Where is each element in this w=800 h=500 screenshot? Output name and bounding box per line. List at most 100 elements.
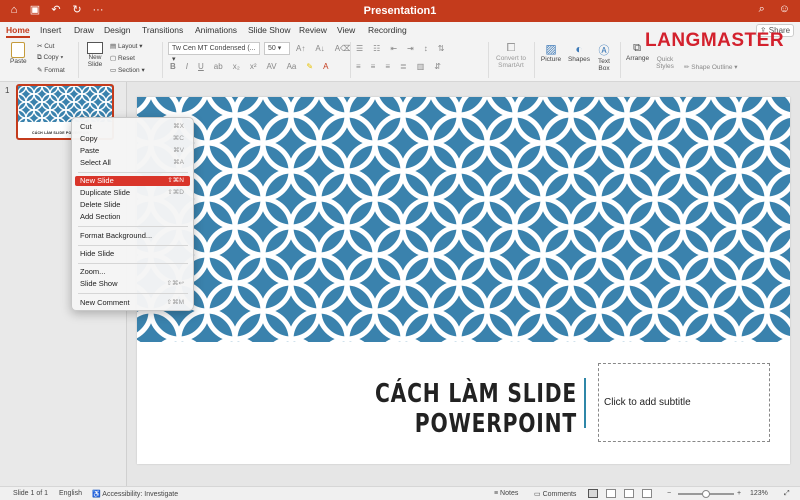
fit-to-window-icon[interactable]: ⤢ (784, 490, 790, 498)
menu-item-new-comment[interactable]: New Comment ⇧⌘M (75, 298, 190, 308)
align-center-icon[interactable]: ≡ (371, 62, 376, 71)
section-button[interactable]: ▭ Section ▾ (110, 66, 145, 74)
line-spacing-icon[interactable]: ↕ (424, 44, 428, 53)
change-case-icon[interactable]: Aa (287, 62, 297, 71)
shapes-button[interactable]: ◐ Shapes (566, 42, 592, 63)
tab-review[interactable]: Review (299, 25, 327, 35)
layout-button[interactable]: ▤ Layout ▾ (110, 42, 143, 50)
tab-home[interactable]: Home (6, 25, 30, 38)
normal-view-icon[interactable] (588, 489, 598, 498)
picture-icon: ▨ (545, 42, 557, 56)
subtitle-placeholder-text: Click to add subtitle (604, 397, 691, 408)
menu-item-cut[interactable]: Cut ⌘X (75, 122, 190, 132)
tab-slide-show[interactable]: Slide Show (248, 25, 291, 35)
menu-item-delete-slide[interactable]: Delete Slide (75, 200, 190, 210)
slide-sorter-icon[interactable] (606, 489, 616, 498)
cut-button[interactable]: ✂ Cut (37, 42, 54, 50)
copy-icon: ⧉ (37, 54, 42, 61)
zoom-level[interactable]: 123% (750, 490, 768, 497)
underline-icon[interactable]: U (198, 62, 204, 71)
slideshow-view-icon[interactable] (642, 489, 652, 498)
bold-icon[interactable]: B (170, 62, 176, 71)
text-direction-icon[interactable]: ⇅ (438, 44, 445, 53)
tab-view[interactable]: View (337, 25, 355, 35)
smartart-icon: ⧠ (506, 42, 516, 54)
accessibility-button[interactable]: ♿ Accessibility: Investigate (92, 490, 178, 498)
menu-item-slide-show[interactable]: Slide Show ⇧⌘↩ (75, 279, 190, 289)
convert-smartart-button[interactable]: ⧠ Convert to SmartArt (494, 42, 528, 69)
menu-item-format-background[interactable]: Format Background... (75, 231, 190, 241)
justify-icon[interactable]: ≣ (400, 62, 407, 71)
menu-separator (78, 172, 188, 173)
increase-indent-icon[interactable]: ⇥ (407, 44, 414, 53)
zoom-in-button[interactable]: + (737, 490, 741, 497)
columns-icon[interactable]: ▥ (417, 62, 425, 71)
subscript-icon[interactable]: x₂ (233, 62, 240, 71)
italic-icon[interactable]: I (186, 62, 188, 71)
text-box-icon: Ⓐ (598, 45, 610, 57)
copy-button[interactable]: ⧉ Copy ▾ (37, 54, 63, 62)
highlight-icon[interactable]: ✎ (306, 62, 313, 71)
align-text-icon[interactable]: ⇵ (434, 62, 441, 71)
smiley-icon[interactable]: ☺ (779, 3, 790, 16)
tab-draw[interactable]: Draw (74, 25, 94, 35)
menu-item-new-slide[interactable]: New Slide ⇧⌘N (75, 176, 190, 186)
search-icon[interactable]: ⌕ (759, 3, 765, 16)
new-slide-button[interactable]: New Slide (84, 42, 106, 68)
strikethrough-icon[interactable]: ab (214, 62, 223, 71)
menu-item-select-all[interactable]: Select All ⌘A (75, 158, 190, 168)
superscript-icon[interactable]: x² (250, 62, 257, 71)
tab-transitions[interactable]: Transitions (142, 25, 183, 35)
menu-item-zoom[interactable]: Zoom... (75, 267, 190, 277)
quick-styles-button[interactable]: Quick Styles (654, 56, 676, 70)
paste-icon (11, 42, 26, 58)
grow-font-icon[interactable]: A↑ (296, 44, 305, 53)
slide-count: Slide 1 of 1 (13, 490, 49, 497)
picture-button[interactable]: ▨ Picture (540, 42, 562, 63)
tab-recording[interactable]: Recording (368, 25, 407, 35)
pen-icon: ✏ (684, 64, 690, 71)
tab-animations[interactable]: Animations (195, 25, 237, 35)
status-bar: Slide 1 of 1 English ♿ Accessibility: In… (0, 486, 800, 500)
language-indicator[interactable]: English (59, 490, 82, 497)
align-left-icon[interactable]: ≡ (356, 62, 361, 71)
menu-item-copy[interactable]: Copy ⌘C (75, 134, 190, 144)
thumbnail-number: 1 (5, 86, 10, 95)
notes-button[interactable]: ≡ Notes (494, 490, 518, 497)
menu-item-add-section[interactable]: Add Section (75, 212, 190, 222)
menu-item-duplicate-slide[interactable]: Duplicate Slide ⇧⌘D (75, 188, 190, 198)
zoom-slider[interactable] (678, 490, 734, 498)
slide[interactable]: CÁCH LÀM SLIDE POWERPOINT Click to add s… (137, 97, 790, 464)
new-slide-icon (87, 42, 103, 54)
character-spacing-icon[interactable]: AV (266, 62, 276, 71)
font-color-icon[interactable]: A (323, 62, 328, 71)
reading-view-icon[interactable] (624, 489, 634, 498)
numbering-icon[interactable]: ☷ (373, 44, 380, 53)
align-right-icon[interactable]: ≡ (385, 62, 390, 71)
zoom-slider-handle[interactable] (702, 490, 710, 498)
font-name-select[interactable]: Tw Cen MT Condensed (... ▾ (168, 42, 260, 63)
decrease-indent-icon[interactable]: ⇤ (390, 44, 397, 53)
font-style-controls: B I U ab x₂ x² AV Aa ✎ A (170, 62, 328, 71)
text-box-button[interactable]: Ⓐ Text Box (596, 42, 612, 72)
paste-button[interactable]: Paste (10, 42, 27, 65)
alignment-controls: ≡ ≡ ≡ ≣ ▥ ⇵ (356, 62, 441, 71)
tab-design[interactable]: Design (104, 25, 130, 35)
format-painter-button[interactable]: ✎ Format (37, 66, 65, 74)
shrink-font-icon[interactable]: A↓ (315, 44, 324, 53)
bullets-icon[interactable]: ☰ (356, 44, 363, 53)
slide-title[interactable]: CÁCH LÀM SLIDE POWERPOINT (281, 379, 577, 439)
notes-icon: ≡ (494, 490, 499, 497)
comments-button[interactable]: ▭ Comments (534, 490, 576, 498)
menu-item-paste[interactable]: Paste ⌘V (75, 146, 190, 156)
shape-outline-button[interactable]: ✏ Shape Outline ▾ (684, 63, 738, 71)
zoom-out-button[interactable]: − (667, 490, 671, 497)
tab-insert[interactable]: Insert (40, 25, 61, 35)
subtitle-placeholder[interactable]: Click to add subtitle (598, 363, 770, 442)
clear-format-icon[interactable]: A⌫ (335, 44, 352, 53)
menu-item-hide-slide[interactable]: Hide Slide (75, 249, 190, 259)
layout-icon: ▤ (110, 43, 117, 50)
context-menu: Cut ⌘X Copy ⌘C Paste ⌘V Select All ⌘A New Sl… (71, 117, 194, 311)
font-size-select[interactable]: 50 ▾ (264, 42, 290, 55)
reset-button[interactable]: ▢ Reset (110, 54, 135, 62)
